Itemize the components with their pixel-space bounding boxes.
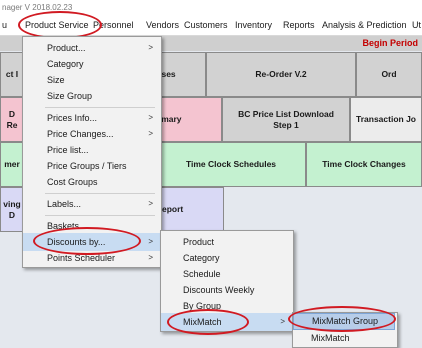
tile-time-clock-schedules[interactable]: Time Clock Schedules (156, 142, 306, 187)
tile-bc-price-list-download[interactable]: BC Price List Download Step 1 (222, 97, 350, 142)
submenu-arrow-icon: > (148, 199, 153, 208)
menu-item-size-group[interactable]: Size Group (23, 87, 161, 105)
begin-period-label: Begin Period (362, 38, 418, 48)
menu-item-label: Size Group (47, 91, 93, 101)
menu-item-labels[interactable]: Labels... > (23, 195, 161, 213)
tile-orders-partial[interactable]: Ord (356, 52, 422, 97)
tile-label: ving (3, 198, 21, 209)
submenu-item-mixmatch[interactable]: MixMatch > (161, 313, 293, 331)
menu-item-label: Points Scheduler (47, 253, 116, 263)
tile-customer-partial[interactable]: mer (0, 142, 24, 187)
menu-item-utilities-partial-right[interactable]: Ut (412, 16, 421, 35)
discounts-by-submenu: Product Category Schedule Discounts Week… (160, 230, 294, 335)
menu-item-label: Labels... (47, 199, 82, 209)
tile-product-list-partial[interactable]: ct I (0, 52, 24, 97)
tile-row2-left-partial[interactable]: D Re (0, 97, 24, 142)
tile-label: Re (6, 119, 18, 130)
tile-label: D (8, 209, 16, 220)
menu-item-label: MixMatch (311, 333, 350, 343)
menu-item-analysis-prediction[interactable]: Analysis & Prediction (322, 16, 407, 35)
tile-row4-left-partial[interactable]: ving D (0, 187, 24, 232)
menu-item-product-service[interactable]: Product Service (25, 16, 89, 35)
mixmatch-submenu: MixMatch Group MixMatch (292, 312, 398, 348)
window-title-bar: nager V 2018.02.23 (0, 0, 422, 16)
tile-label: Step 1 (273, 119, 299, 130)
submenu-arrow-icon: > (280, 317, 285, 326)
menu-item-label: MixMatch Group (312, 316, 379, 326)
tile-time-clock-changes[interactable]: Time Clock Changes (306, 142, 422, 187)
submenu-item-mixmatch-single[interactable]: MixMatch (293, 330, 395, 347)
submenu-item-mixmatch-group[interactable]: MixMatch Group (293, 313, 395, 330)
menu-item-cost-groups[interactable]: Cost Groups (23, 173, 161, 191)
tile-label: Time Clock Schedules (185, 159, 277, 169)
menu-item-label: MixMatch (183, 317, 222, 327)
tile-label: Ord (381, 69, 397, 79)
tile-transaction-journal-partial[interactable]: Transaction Jo (350, 97, 422, 142)
submenu-arrow-icon: > (148, 253, 153, 262)
tile-label: D (8, 108, 16, 119)
menu-item-utilities-partial[interactable]: u (2, 16, 7, 35)
menu-item-customers[interactable]: Customers (184, 16, 228, 35)
window-title: nager V 2018.02.23 (2, 3, 73, 12)
tile-label: Time Clock Changes (322, 159, 406, 169)
menu-item-vendors[interactable]: Vendors (146, 16, 179, 35)
menu-bar: u Product Service Personnel Vendors Cust… (0, 11, 422, 39)
menu-item-reports[interactable]: Reports (283, 16, 315, 35)
tile-label: Transaction Jo (356, 114, 416, 124)
tile-label: mer (4, 159, 20, 169)
menu-item-label: Cost Groups (47, 177, 98, 187)
menu-separator (45, 107, 155, 108)
menu-separator (45, 215, 155, 216)
tile-label: ct I (5, 69, 19, 79)
menu-separator (45, 193, 155, 194)
tile-label: BC Price List Download (238, 108, 334, 119)
tile-label: Re-Order V.2 (255, 69, 307, 79)
menu-item-points-scheduler[interactable]: Points Scheduler > (23, 249, 161, 267)
menu-item-personnel[interactable]: Personnel (93, 16, 134, 35)
product-service-menu: Product... > Category Size Size Group Pr… (22, 36, 162, 268)
menu-item-inventory[interactable]: Inventory (235, 16, 272, 35)
tile-reorder-v2[interactable]: Re-Order V.2 (206, 52, 356, 97)
